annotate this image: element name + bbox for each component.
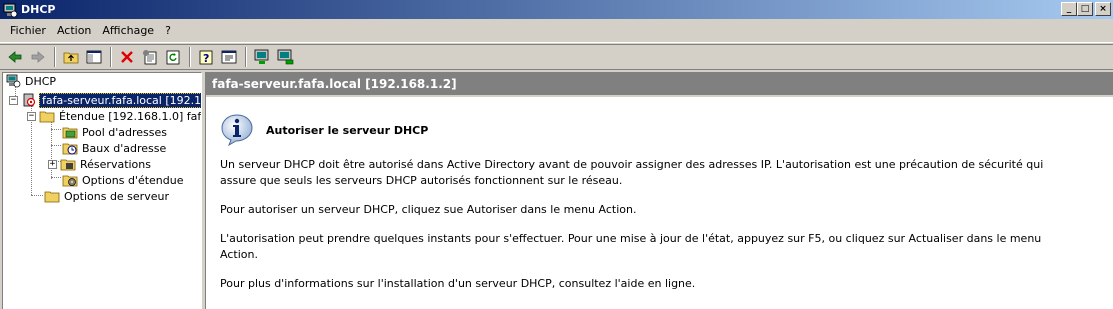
server-alert-icon <box>23 93 36 107</box>
network-computer-button[interactable] <box>274 46 296 68</box>
tree-connector <box>51 129 61 130</box>
info-title: Autoriser le serveur DHCP <box>266 123 429 137</box>
window-controls: _ □ × <box>1061 2 1111 16</box>
tree-label: DHCP <box>25 74 57 88</box>
up-folder-icon <box>63 52 79 64</box>
scope-options-icon <box>62 175 78 187</box>
tree-label: Réservations <box>80 157 151 171</box>
computer-button[interactable] <box>251 46 273 68</box>
export-list-button[interactable] <box>218 46 240 68</box>
forward-arrow-icon <box>31 51 45 63</box>
toolbar: ? <box>0 44 1113 70</box>
tree-item-scope[interactable]: − Étendue [192.168.1.0] fafa <box>27 108 202 124</box>
tree-item-scope-options[interactable]: Options d'étendue <box>62 172 186 188</box>
tree-item-leases[interactable]: Baux d'adresse <box>62 140 168 156</box>
details-pane: fafa-serveur.fafa.local [192.168.1.2] Au… <box>205 72 1113 309</box>
refresh-button[interactable] <box>162 46 184 68</box>
tree-label: fafa-serveur.fafa.local [192.168 <box>39 92 201 108</box>
export-list-icon <box>221 50 237 64</box>
tree-label: Étendue [192.168.1.0] fafa <box>59 109 202 123</box>
info-paragraph: Pour autoriser un serveur DHCP, cliquez … <box>220 203 637 216</box>
info-icon <box>221 114 253 147</box>
up-one-level-button[interactable] <box>60 46 82 68</box>
details-header: fafa-serveur.fafa.local [192.168.1.2] <box>206 73 1113 97</box>
minimize-button[interactable]: _ <box>1061 2 1077 16</box>
collapse-toggle[interactable]: − <box>27 111 36 121</box>
menu-help[interactable]: ? <box>161 24 178 37</box>
console-tree: DHCP − fafa-serveur.fafa.local [192.168 … <box>2 72 202 309</box>
toolbar-separator <box>189 47 191 67</box>
address-pool-icon <box>62 127 78 139</box>
tree-item-server[interactable]: − fafa-serveur.fafa.local [192.168 <box>9 92 201 108</box>
properties-icon <box>143 50 157 65</box>
help-button[interactable]: ? <box>195 46 217 68</box>
tree-connector <box>31 195 43 196</box>
menu-fichier[interactable]: Fichier <box>6 24 53 37</box>
server-options-icon <box>44 191 60 203</box>
svg-text:?: ? <box>203 52 209 65</box>
tree-label: Baux d'adresse <box>82 141 167 155</box>
menu-bar: Fichier Action Affichage ? <box>0 19 1113 43</box>
tree-label: Pool d'adresses <box>82 125 167 139</box>
reservations-icon <box>60 159 76 171</box>
tree-item-address-pool[interactable]: Pool d'adresses <box>62 124 169 140</box>
tree-label: Options de serveur <box>64 189 169 203</box>
window-title: DHCP <box>21 3 56 16</box>
tree-connector <box>51 145 61 146</box>
maximize-button[interactable]: □ <box>1077 2 1093 16</box>
show-hide-tree-icon <box>86 50 102 64</box>
help-icon: ? <box>199 50 213 65</box>
title-bar: DHCP _ □ × <box>0 0 1113 19</box>
delete-button[interactable] <box>116 46 138 68</box>
show-hide-tree-button[interactable] <box>83 46 105 68</box>
info-paragraph: Un serveur DHCP doit être autorisé dans … <box>220 158 1044 187</box>
info-paragraph: L'autorisation peut prendre quelques ins… <box>220 232 1042 261</box>
close-button[interactable]: × <box>1095 2 1111 16</box>
folder-icon <box>39 111 55 123</box>
expand-toggle[interactable]: + <box>48 159 57 169</box>
info-paragraph: Pour plus d'informations sur l'installat… <box>220 277 696 290</box>
info-title-row: Autoriser le serveur DHCP <box>220 113 1100 147</box>
tree-item-reservations[interactable]: + Réservations <box>48 156 153 172</box>
refresh-icon <box>166 50 180 65</box>
tree-label: Options d'étendue <box>82 173 184 187</box>
info-message: Autoriser le serveur DHCP Un serveur DHC… <box>220 113 1100 292</box>
menu-affichage[interactable]: Affichage <box>98 24 161 37</box>
tree-item-dhcp-root[interactable]: DHCP <box>5 73 58 89</box>
forward-button[interactable] <box>27 46 49 68</box>
toolbar-separator <box>110 47 112 67</box>
dhcp-icon <box>6 74 21 88</box>
tree-connector <box>51 177 61 178</box>
menu-action[interactable]: Action <box>53 24 98 37</box>
toolbar-separator <box>54 47 56 67</box>
tree-item-server-options[interactable]: Options de serveur <box>44 188 171 204</box>
collapse-toggle[interactable]: − <box>9 95 18 105</box>
toolbar-separator <box>245 47 247 67</box>
delete-icon <box>121 51 133 63</box>
back-button[interactable] <box>4 46 26 68</box>
network-computer-icon <box>277 49 294 65</box>
address-leases-icon <box>62 143 78 155</box>
back-arrow-icon <box>8 51 22 63</box>
computer-icon <box>254 49 269 64</box>
properties-button[interactable] <box>139 46 161 68</box>
dhcp-app-icon <box>3 3 18 17</box>
